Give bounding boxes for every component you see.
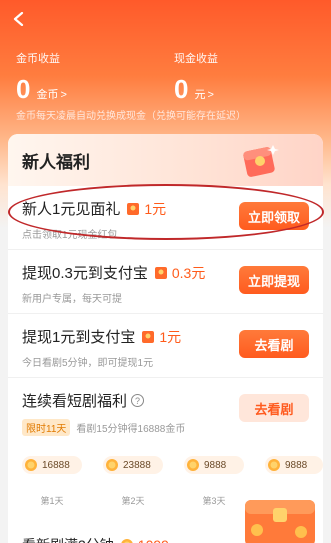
cash-earnings-label: 现金收益 xyxy=(174,53,218,65)
limited-days-badge: 限时11天 xyxy=(22,419,71,436)
gold-coin-icon xyxy=(268,459,280,471)
task-subtitle: 点击领取1元现金红包 xyxy=(22,230,118,241)
day-coins: 16888 xyxy=(42,459,70,471)
day-label: 第2天 xyxy=(121,496,145,506)
claim-now-button[interactable]: 立即领取 xyxy=(239,202,309,230)
task-row-withdraw-1: 提现1元到支付宝 1元 今日看剧5分钟，即可提现1元 去看剧 xyxy=(8,314,323,378)
day-coins: 9888 xyxy=(285,459,308,471)
task-amount: 1099 xyxy=(138,537,169,543)
streak-day: 16888 第1天 xyxy=(22,456,82,507)
day-label: 第3天 xyxy=(202,496,226,506)
red-envelope-icon xyxy=(154,266,167,279)
day-coins: 9888 xyxy=(204,459,227,471)
gold-coin-icon xyxy=(25,459,37,471)
chevron-right-icon: > xyxy=(207,89,214,101)
watch-drama-button[interactable]: 去看剧 xyxy=(239,330,309,358)
watch-drama-button[interactable]: 去看剧 xyxy=(239,394,309,422)
task-title: 提现0.3元到支付宝 xyxy=(22,265,148,282)
gold-earnings-label: 金币收益 xyxy=(16,53,60,65)
cash-earnings[interactable]: 现金收益 0 元 > xyxy=(174,50,218,102)
task-subtitle: 今日看剧5分钟，即可提现1元 xyxy=(22,358,154,369)
chevron-left-icon xyxy=(13,12,24,26)
task-row-withdraw-0.3: 提现0.3元到支付宝 0.3元 新用户专属，每天可提 立即提现 xyxy=(8,250,323,314)
streak-day: 9888 第3天 xyxy=(184,456,244,507)
exchange-note: 金币每天凌晨自动兑换成现金（兑换可能存在延迟） xyxy=(16,111,246,122)
red-envelope-gift-icon xyxy=(243,145,279,177)
red-envelope-icon xyxy=(142,330,155,343)
chevron-right-icon: > xyxy=(60,89,67,101)
red-envelope-icon xyxy=(127,202,140,215)
task-amount: 1元 xyxy=(159,328,182,345)
day-coins: 23888 xyxy=(123,459,151,471)
cash-earnings-value: 0 xyxy=(174,74,189,104)
treasure-chest-icon xyxy=(245,500,315,543)
gold-coin-icon xyxy=(121,539,133,543)
back-button[interactable] xyxy=(8,8,30,30)
task-title: 连续看短剧福利 xyxy=(22,393,128,410)
gold-earnings[interactable]: 金币收益 0 金币 > xyxy=(16,50,67,102)
card-title: 新人福利 xyxy=(22,153,90,172)
cash-earnings-unit: 元 xyxy=(194,89,206,101)
gold-coin-icon xyxy=(187,459,199,471)
task-amount: 0.3元 xyxy=(171,264,206,281)
newcomer-benefits-card: 新人福利 新人1元见面礼 1元 点击领取1元现金红包 立即领取 提现0.3元到支… xyxy=(8,134,323,543)
task-row-streak: 连续看短剧福利 ? 限时11天 看剧15分钟得16888金币 去看剧 xyxy=(8,378,323,450)
gold-earnings-unit: 金币 xyxy=(36,89,59,101)
task-amount: 1元 xyxy=(144,200,167,217)
card-header: 新人福利 xyxy=(8,134,323,186)
day-label: 第1天 xyxy=(40,496,64,506)
gold-earnings-value: 0 xyxy=(16,74,31,104)
streak-description: 看剧15分钟得16888金币 xyxy=(76,424,186,435)
task-subtitle: 新用户专属，每天可提 xyxy=(22,294,122,305)
help-icon[interactable]: ? xyxy=(131,394,145,407)
task-title: 新人1元见面礼 xyxy=(22,201,121,218)
gold-coin-icon xyxy=(106,459,118,471)
task-row-next: 看新剧满3分钟 1099 xyxy=(22,535,169,543)
task-row-newcomer-gift: 新人1元见面礼 1元 点击领取1元现金红包 立即领取 xyxy=(8,186,323,250)
withdraw-now-button[interactable]: 立即提现 xyxy=(239,266,309,294)
task-title: 提现1元到支付宝 xyxy=(22,329,136,346)
streak-day: 23888 第2天 xyxy=(103,456,163,507)
task-title: 看新剧满3分钟 xyxy=(22,535,114,543)
